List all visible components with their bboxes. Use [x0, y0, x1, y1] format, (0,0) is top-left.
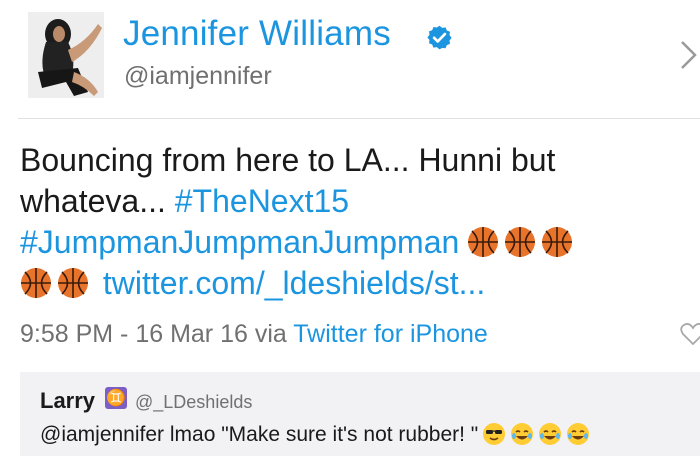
basketball-icon: [467, 226, 499, 258]
quoted-tweet-text: @iamjennifer lmao "Make sure it's not ru…: [40, 422, 590, 447]
username-handle[interactable]: @iamjennifer: [124, 62, 272, 91]
tweet-line: whateva... #TheNext15: [20, 181, 680, 222]
gemini-zodiac-icon: ♊: [105, 387, 127, 409]
source-link[interactable]: Twitter for iPhone: [293, 320, 488, 348]
tears-of-joy-emoji-icon: [538, 422, 562, 446]
divider: [18, 118, 700, 119]
timestamp-text: 9:58 PM - 16 Mar 16 via: [20, 320, 294, 348]
tweet-link[interactable]: twitter.com/_ldeshields/st...: [103, 265, 485, 301]
tweet-text: Bouncing from here to LA... Hunni but wh…: [20, 140, 680, 304]
tears-of-joy-emoji-icon: [566, 422, 590, 446]
quoted-author-name: Larry: [40, 388, 96, 413]
tweet-text-segment: whateva...: [20, 183, 175, 219]
basketball-icon: [504, 226, 536, 258]
basketball-icon: [20, 267, 52, 299]
tears-of-joy-emoji-icon: [510, 422, 534, 446]
quoted-tweet-card[interactable]: Larry ♊ @_LDeshields @iamjennifer lmao "…: [20, 372, 700, 456]
display-name[interactable]: Jennifer Williams: [123, 14, 391, 54]
tweet-line: #JumpmanJumpmanJumpman: [20, 222, 680, 263]
hashtag-link[interactable]: #TheNext15: [175, 183, 349, 219]
chevron-right-icon[interactable]: [678, 38, 700, 72]
sunglasses-emoji-icon: [482, 422, 506, 446]
hashtag-link[interactable]: #JumpmanJumpmanJumpman: [20, 224, 459, 260]
tweet-timestamp: 9:58 PM - 16 Mar 16 via Twitter for iPho…: [20, 320, 488, 349]
profile-photo: [28, 12, 104, 98]
quoted-tweet-body: @iamjennifer lmao "Make sure it's not ru…: [40, 423, 479, 446]
basketball-icon: [57, 267, 89, 299]
tweet-line: twitter.com/_ldeshields/st...: [20, 263, 680, 304]
like-heart-icon[interactable]: [680, 322, 700, 346]
avatar[interactable]: [28, 12, 104, 98]
quoted-author-handle: @_LDeshields: [135, 392, 253, 412]
tweet-line: Bouncing from here to LA... Hunni but: [20, 142, 556, 178]
basketball-icon: [541, 226, 573, 258]
verified-badge-icon: [426, 24, 453, 51]
